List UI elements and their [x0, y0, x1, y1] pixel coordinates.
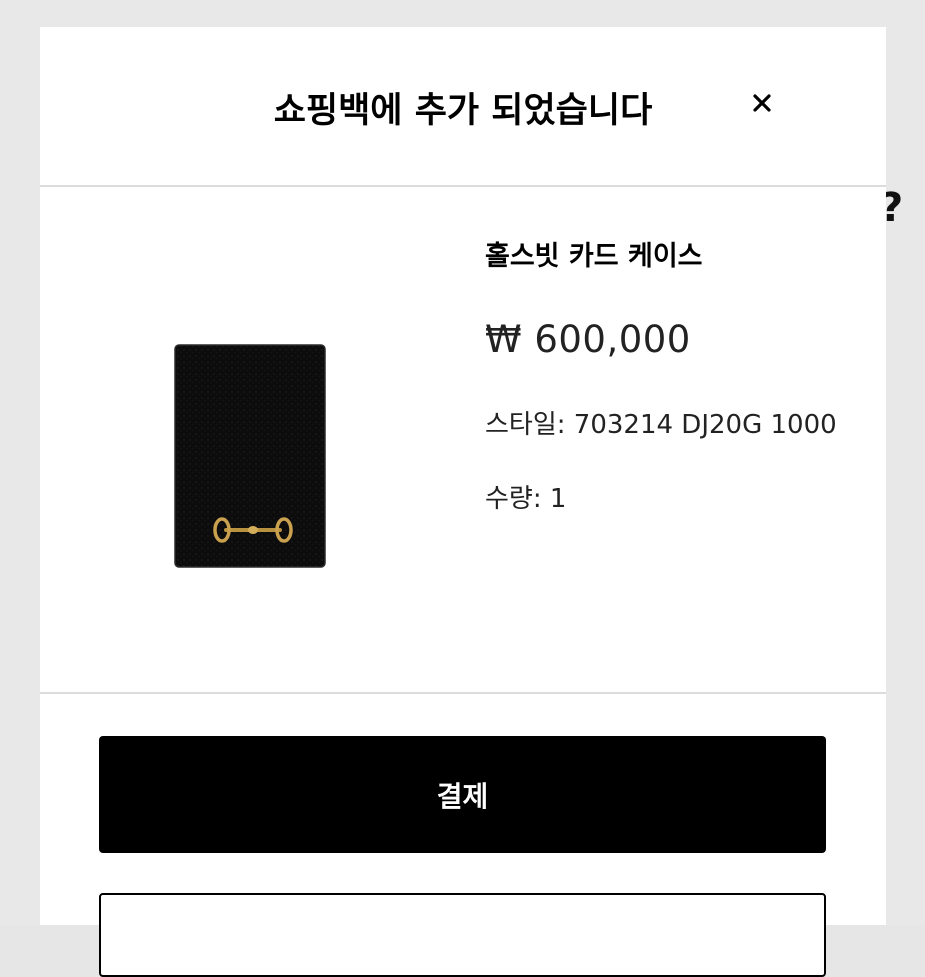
added-to-bag-modal: 쇼핑백에 추가 되었습니다 홀스빗 카드 케이스 ₩ 600,000 스타일: … [40, 27, 886, 977]
product-price: ₩ 600,000 [485, 318, 691, 361]
product-name[interactable]: 홀스빗 카드 케이스 [485, 237, 885, 277]
product-quantity: 수량: 1 [485, 484, 567, 514]
product-info: 홀스빗 카드 케이스 ₩ 600,000 스타일: 703214 DJ20G 1… [485, 237, 885, 517]
close-icon [753, 94, 771, 112]
product-style-code: 스타일: 703214 DJ20G 1000 [485, 410, 837, 440]
close-button[interactable] [740, 85, 784, 129]
card-case-image [170, 342, 330, 572]
modal-header: 쇼핑백에 추가 되었습니다 [40, 27, 886, 187]
checkout-button[interactable]: 결제 [99, 736, 826, 853]
product-summary: 홀스빗 카드 케이스 ₩ 600,000 스타일: 703214 DJ20G 1… [40, 187, 886, 694]
view-bag-button[interactable] [99, 893, 826, 977]
